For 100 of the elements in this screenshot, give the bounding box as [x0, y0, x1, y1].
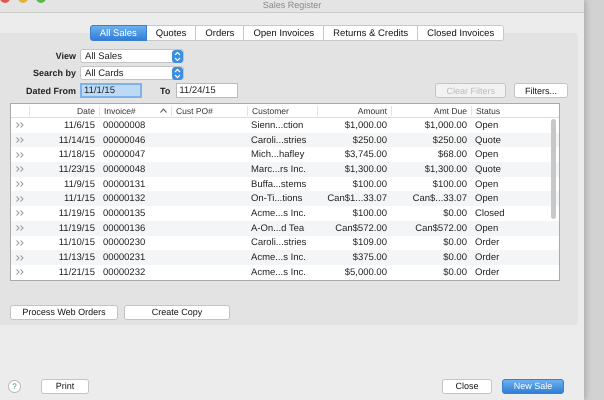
table-cell: $100.00 — [352, 178, 387, 190]
date-to-field[interactable]: 11/24/15 — [176, 83, 238, 98]
field-label: View — [54, 51, 76, 61]
close-button[interactable]: Close — [442, 378, 492, 394]
table-cell: 11/10/15 — [58, 237, 95, 248]
tab[interactable]: Orders — [196, 25, 244, 41]
column-header[interactable]: Amount — [317, 106, 391, 116]
table-cell: Mich...hafley — [251, 149, 304, 160]
table-cell: $100.00 — [432, 178, 467, 190]
table-cell: Buffa...stems — [251, 178, 306, 190]
action-button[interactable]: Create Copy — [124, 304, 230, 320]
table-cell: Open — [475, 178, 498, 190]
table-cell: Quote — [475, 134, 501, 146]
table-cell: Can$572.00 — [335, 222, 387, 234]
table-cell: $100.00 — [352, 208, 387, 219]
table-cell: 00000132 — [103, 193, 146, 204]
filters-button[interactable]: Filters... — [514, 83, 568, 98]
table-cell: Open — [475, 222, 498, 234]
table-cell: 11/18/15 — [58, 149, 95, 160]
table-cell: Quote — [475, 164, 501, 175]
table-cell: 11/21/15 — [58, 266, 95, 278]
table-cell: $109.00 — [352, 237, 387, 248]
window-title: Sales Register — [262, 0, 322, 11]
table-cell: Marc...rs Inc. — [251, 164, 306, 175]
table-cell: 11/19/15 — [58, 208, 95, 219]
table-cell: On-Ti...tions — [251, 193, 302, 204]
column-header[interactable]: Date — [29, 106, 99, 116]
table-cell: Caroli...stries — [251, 134, 306, 146]
field-label: Search by — [32, 68, 76, 78]
table-cell: 11/19/15 — [58, 222, 95, 234]
column-header[interactable]: Status — [471, 106, 541, 116]
table-cell: 00000231 — [103, 252, 146, 264]
table-cell: 11/1/15 — [64, 193, 95, 204]
table-cell: 11/9/15 — [64, 178, 95, 190]
table-cell: $5,000.00 — [344, 266, 387, 278]
tab[interactable]: Open Invoices — [244, 25, 324, 41]
action-button[interactable]: Process Web Orders — [10, 304, 118, 320]
table-cell: $375.00 — [352, 252, 387, 264]
table-cell: 00000230 — [103, 237, 146, 248]
table-cell: 11/14/15 — [58, 134, 95, 146]
table-cell: 00000008 — [103, 120, 146, 131]
column-header[interactable]: Customer — [247, 106, 317, 116]
double-chevron-icon[interactable] — [16, 240, 24, 246]
table-cell: Acme...s Inc. — [251, 208, 306, 219]
table-cell: 00000135 — [103, 208, 146, 219]
table-cell: $1,000.00 — [424, 120, 467, 131]
sort-caret-icon[interactable] — [160, 108, 166, 113]
table-cell: $0.00 — [443, 208, 467, 219]
table-cell: Acme...s Inc. — [251, 266, 306, 278]
double-chevron-icon[interactable] — [16, 225, 24, 232]
table-cell: 00000136 — [103, 222, 146, 234]
table-cell: Can$1...33.07 — [327, 193, 387, 204]
double-chevron-icon[interactable] — [16, 122, 24, 128]
table-cell: $1,000.00 — [344, 120, 387, 131]
table-cell: 00000048 — [103, 164, 146, 175]
print-button[interactable]: Print — [41, 378, 89, 394]
table-cell: Order — [475, 237, 500, 248]
table-cell: Order — [475, 266, 500, 278]
double-chevron-icon[interactable] — [16, 166, 24, 172]
table-cell: 00000232 — [103, 266, 146, 278]
table-cell: 11/13/15 — [58, 252, 95, 264]
scrollbar-thumb[interactable] — [551, 119, 556, 219]
date-from-field[interactable]: 11/1/15 — [80, 83, 142, 98]
stepper-icon — [172, 50, 183, 62]
column-header[interactable]: Invoice# — [99, 106, 155, 116]
tab[interactable]: Closed Invoices — [418, 25, 504, 41]
double-chevron-icon[interactable] — [16, 152, 24, 158]
table-cell: 00000046 — [103, 134, 146, 146]
table-cell: Open — [475, 193, 498, 204]
table-cell: 11/6/15 — [64, 120, 95, 131]
table-cell: $68.00 — [438, 149, 467, 160]
search-by-dropdown[interactable]: All Cards — [80, 66, 184, 80]
tab[interactable]: Quotes — [146, 25, 196, 41]
table-cell: 11/23/15 — [58, 164, 95, 175]
field-label: To — [160, 86, 170, 96]
table-cell: $3,745.00 — [344, 149, 387, 160]
column-header[interactable]: Amt Due — [391, 106, 471, 116]
table-cell: $0.00 — [443, 266, 467, 278]
table-cell: $0.00 — [443, 252, 467, 264]
table-cell: $1,300.00 — [344, 164, 387, 175]
double-chevron-icon[interactable] — [16, 181, 24, 188]
column-header[interactable]: Cust PO# — [171, 106, 247, 116]
double-chevron-icon[interactable] — [16, 137, 24, 144]
table-cell: Caroli...stries — [251, 237, 306, 248]
table-cell: 00000131 — [103, 178, 146, 190]
stepper-icon — [172, 66, 183, 80]
table-cell: A-On...d Tea — [251, 222, 304, 234]
double-chevron-icon[interactable] — [16, 254, 24, 261]
table-cell: Acme...s Inc. — [251, 252, 306, 264]
table-cell: Closed — [475, 208, 505, 219]
table-cell: Open — [475, 149, 498, 160]
double-chevron-icon[interactable] — [16, 269, 24, 276]
double-chevron-icon[interactable] — [16, 210, 24, 216]
double-chevron-icon[interactable] — [16, 196, 24, 202]
help-button[interactable]: ? — [8, 380, 21, 392]
table-cell: $250.00 — [432, 134, 467, 146]
field-label: Dated From — [24, 86, 76, 96]
table-cell: Can$572.00 — [415, 222, 467, 234]
tab[interactable]: Returns & Credits — [324, 25, 418, 41]
view-dropdown[interactable]: All Sales — [80, 49, 184, 63]
